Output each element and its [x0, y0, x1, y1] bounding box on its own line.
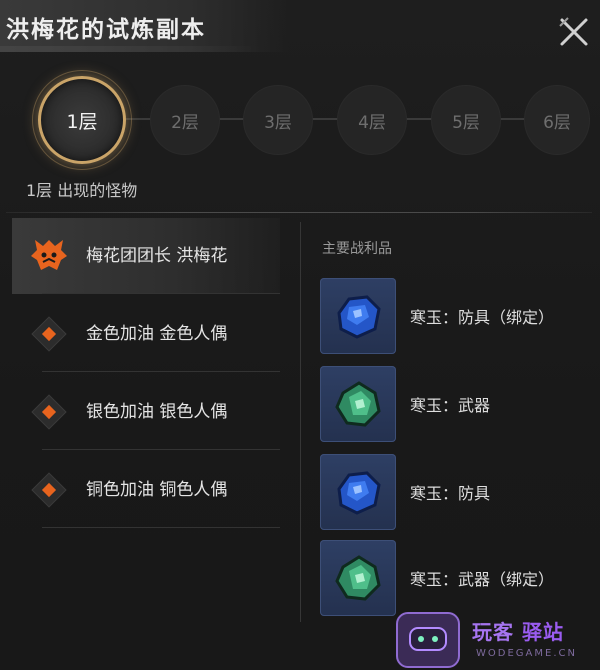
- floor-label: 1层: [66, 110, 98, 133]
- row-divider: [42, 527, 280, 528]
- loot-item[interactable]: 寒玉：防具: [320, 454, 590, 530]
- floor-label: 2层: [171, 112, 199, 133]
- watermark-brand: 玩客 驿站: [472, 616, 564, 645]
- loot-name: 寒玉：武器: [410, 396, 491, 415]
- robot-logo-icon: [396, 612, 460, 668]
- floor-node-2[interactable]: 2层: [150, 85, 220, 155]
- blue-jade-icon: [320, 278, 396, 354]
- demon-face-icon: [26, 233, 72, 279]
- floor-node-1[interactable]: 1层: [32, 70, 132, 170]
- blue-jade-icon: [320, 454, 396, 530]
- monster-name: 梅花团团长 洪梅花: [86, 245, 228, 266]
- green-jade-icon: [320, 366, 396, 442]
- floor-monsters-caption: 1层 出现的怪物: [26, 181, 138, 200]
- close-button[interactable]: [556, 14, 592, 50]
- watermark: 玩客 驿站 WODEGAME.CN: [396, 608, 600, 670]
- loot-section-title: 主要战利品: [322, 241, 392, 257]
- monster-item[interactable]: 梅花团团长 洪梅花: [12, 218, 280, 294]
- loot-name: 寒玉：防具: [410, 484, 491, 503]
- floor-node-5[interactable]: 5层: [431, 85, 501, 155]
- floor-node-4[interactable]: 4层: [337, 85, 407, 155]
- loot-item[interactable]: 寒玉：武器（绑定）: [320, 540, 590, 616]
- floor-label: 3层: [264, 112, 292, 133]
- loot-name: 寒玉：武器（绑定）: [410, 570, 555, 589]
- floor-node-6[interactable]: 6层: [524, 85, 590, 155]
- close-icon: [559, 17, 588, 46]
- section-divider: [6, 212, 592, 213]
- watermark-brand-a: 玩客: [472, 620, 514, 644]
- loot-name: 寒玉：防具（绑定）: [410, 308, 555, 327]
- watermark-brand-b: 驿站: [522, 620, 564, 644]
- dungeon-panel: 洪梅花的试炼副本 1层 2层 3层 4层 5层 6层 1层 出现的怪物 梅花团团…: [0, 0, 600, 670]
- orange-diamond-icon: [26, 389, 72, 435]
- monster-name: 银色加油 银色人偶: [86, 401, 228, 422]
- orange-diamond-icon: [26, 467, 72, 513]
- monster-item[interactable]: 铜色加油 铜色人偶: [12, 452, 280, 528]
- monster-item[interactable]: 金色加油 金色人偶: [12, 296, 280, 372]
- monster-name: 金色加油 金色人偶: [86, 323, 228, 344]
- column-divider: [300, 222, 301, 622]
- row-divider: [42, 449, 280, 450]
- floor-label: 4层: [358, 112, 386, 133]
- loot-item[interactable]: 寒玉：武器: [320, 366, 590, 442]
- monster-item[interactable]: 银色加油 银色人偶: [12, 374, 280, 450]
- floor-node-3[interactable]: 3层: [243, 85, 313, 155]
- title-banner: 洪梅花的试炼副本: [0, 0, 290, 52]
- watermark-url: WODEGAME.CN: [476, 648, 577, 659]
- orange-diamond-icon: [26, 311, 72, 357]
- green-jade-icon: [320, 540, 396, 616]
- floor-label: 5层: [452, 112, 480, 133]
- row-divider: [42, 371, 280, 372]
- page-title: 洪梅花的试炼副本: [6, 16, 206, 43]
- floor-label: 6层: [543, 112, 571, 133]
- monster-name: 铜色加油 铜色人偶: [86, 479, 228, 500]
- loot-item[interactable]: 寒玉：防具（绑定）: [320, 278, 590, 354]
- row-divider: [42, 293, 280, 294]
